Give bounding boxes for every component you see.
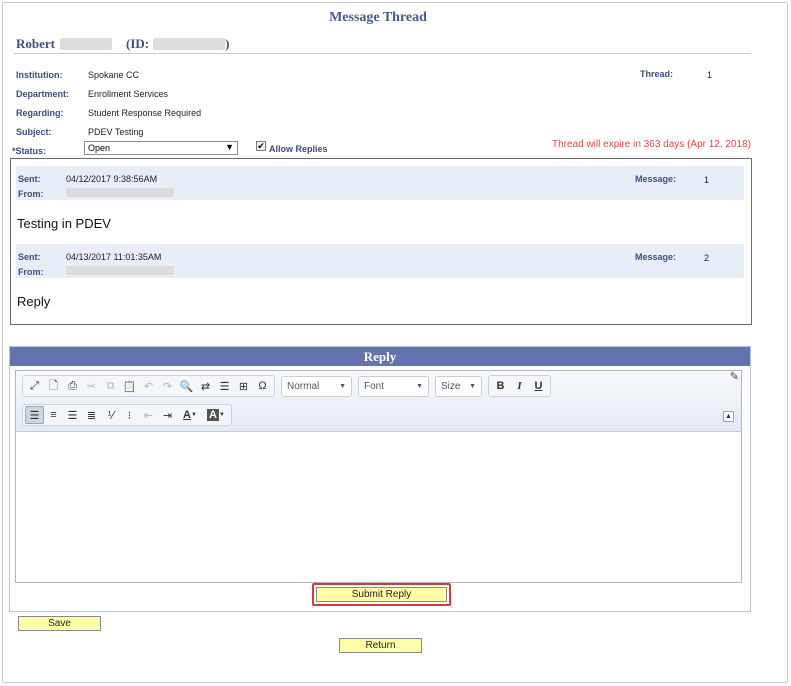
regarding-value: Student Response Required (88, 108, 202, 118)
toolbar-group: B I U (488, 375, 551, 397)
status-label: *Status: (12, 146, 46, 156)
format-select-value: Normal (287, 380, 320, 392)
numbered-list-icon[interactable]: ⅟ (101, 406, 120, 424)
sent-label: Sent: (18, 174, 41, 184)
student-name-row: Robert (ID: ) (16, 36, 229, 52)
from-label: From: (18, 267, 44, 277)
subject-value: PDEV Testing (88, 127, 144, 137)
spellcheck-icon[interactable]: ✎ (730, 370, 739, 383)
thread-label: Thread: (640, 69, 674, 79)
status-selected-value: Open (88, 143, 111, 153)
id-label: (ID: (126, 36, 150, 51)
allow-replies-label: Allow Replies (269, 144, 328, 154)
replace-icon[interactable]: ⇄ (196, 377, 215, 395)
status-select[interactable]: Open ▼ (84, 141, 238, 155)
redacted-sender (66, 266, 174, 275)
toolbar-group: ⤢ 🗋 ⎙ ✂ ⧉ 📋 ↶ ↷ 🔍 ⇄ ☰ ⊞ Ω (22, 375, 275, 397)
format-select[interactable]: Normal ▼ (281, 375, 352, 397)
reply-header: Reply (10, 347, 750, 366)
justify-icon[interactable]: ≣ (82, 406, 101, 424)
message-thread: Sent: 04/12/2017 9:38:56AM From: Message… (10, 158, 752, 325)
italic-button[interactable]: I (510, 377, 529, 395)
toolbar-row-2: ☰ ≡ ☰ ≣ ⅟ ⁝ ⇤ ⇥ A ▼ A ▼ (22, 404, 238, 426)
copy-icon[interactable]: ⧉ (101, 377, 120, 395)
message-label: Message: (635, 174, 677, 184)
from-label: From: (18, 189, 44, 199)
maximize-icon[interactable]: ⤢ (25, 377, 44, 395)
font-select-value: Font (364, 380, 385, 392)
cut-icon[interactable]: ✂ (82, 377, 101, 395)
indent-icon[interactable]: ⇥ (158, 406, 177, 424)
return-button[interactable]: Return (339, 638, 422, 653)
toolbar-group: ☰ ≡ ☰ ≣ ⅟ ⁝ ⇤ ⇥ A ▼ A ▼ (22, 404, 232, 426)
expiration-notice: Thread will expire in 363 days (Apr 12, … (552, 139, 751, 150)
table-icon[interactable]: ⊞ (234, 377, 253, 395)
chevron-down-icon: ▼ (225, 142, 234, 152)
student-first-name: Robert (16, 36, 55, 51)
divider (14, 53, 751, 54)
page-title: Message Thread (329, 10, 427, 25)
background-color-letter: A (207, 409, 219, 421)
message-body: Reply (17, 294, 51, 309)
institution-value: Spokane CC (88, 70, 140, 80)
align-center-icon[interactable]: ≡ (44, 406, 63, 424)
horizontal-rule-icon[interactable]: ☰ (215, 377, 234, 395)
collapse-toolbar-icon[interactable]: ▲ (723, 411, 734, 422)
redacted-last-name (60, 38, 112, 50)
undo-icon[interactable]: ↶ (139, 377, 158, 395)
allow-replies-checkbox[interactable]: ✔ (256, 141, 266, 151)
save-button[interactable]: Save (18, 616, 101, 631)
preview-icon[interactable]: 🗋 (44, 377, 63, 395)
reply-section: Reply ✎ ⤢ 🗋 ⎙ ✂ ⧉ 📋 ↶ ↷ 🔍 ⇄ ☰ ⊞ Ω Normal… (9, 346, 751, 612)
chevron-down-icon: ▼ (339, 382, 346, 390)
toolbar-row-1: ⤢ 🗋 ⎙ ✂ ⧉ 📋 ↶ ↷ 🔍 ⇄ ☰ ⊞ Ω Normal ▼ Font … (22, 375, 557, 397)
redo-icon[interactable]: ↷ (158, 377, 177, 395)
submit-reply-button[interactable]: Submit Reply (316, 587, 447, 602)
sent-value: 04/12/2017 9:38:56AM (66, 174, 158, 184)
chevron-down-icon: ▼ (416, 382, 423, 390)
sent-label: Sent: (18, 252, 41, 262)
align-left-icon[interactable]: ☰ (25, 406, 44, 424)
special-char-icon[interactable]: Ω (253, 377, 272, 395)
chevron-down-icon: ▼ (469, 382, 476, 390)
department-label: Department: (16, 89, 70, 99)
paste-icon[interactable]: 📋 (120, 377, 139, 395)
redacted-id (153, 38, 226, 50)
background-color-icon[interactable]: A ▼ (203, 406, 229, 424)
redacted-sender (66, 188, 174, 197)
regarding-label: Regarding: (16, 108, 64, 118)
outdent-icon[interactable]: ⇤ (139, 406, 158, 424)
size-select-value: Size (441, 380, 461, 392)
sent-value: 04/13/2017 11:01:35AM (66, 252, 162, 262)
font-color-letter: A (183, 409, 191, 421)
message-header: Sent: 04/12/2017 9:38:56AM From: Message… (16, 166, 744, 200)
font-color-icon[interactable]: A ▼ (177, 406, 203, 424)
department-value: Enrollment Services (88, 89, 169, 99)
message-number: 2 (704, 253, 710, 263)
size-select[interactable]: Size ▼ (435, 375, 482, 397)
bullet-list-icon[interactable]: ⁝ (120, 406, 139, 424)
subject-label: Subject: (16, 127, 52, 137)
status-label-text: Status: (15, 146, 47, 156)
underline-button[interactable]: U (529, 377, 548, 395)
reply-text-area[interactable] (16, 433, 741, 582)
bold-button[interactable]: B (491, 377, 510, 395)
editor-toolbar: ✎ ⤢ 🗋 ⎙ ✂ ⧉ 📋 ↶ ↷ 🔍 ⇄ ☰ ⊞ Ω Normal ▼ Fon… (16, 371, 741, 432)
id-close: ) (225, 36, 230, 51)
font-select[interactable]: Font ▼ (358, 375, 429, 397)
thread-value: 1 (707, 70, 713, 80)
message-header: Sent: 04/13/2017 11:01:35AM From: Messag… (16, 244, 744, 278)
institution-label: Institution: (16, 70, 63, 80)
find-icon[interactable]: 🔍 (177, 377, 196, 395)
align-right-icon[interactable]: ☰ (63, 406, 82, 424)
rich-text-editor: ✎ ⤢ 🗋 ⎙ ✂ ⧉ 📋 ↶ ↷ 🔍 ⇄ ☰ ⊞ Ω Normal ▼ Fon… (15, 370, 742, 583)
message-label: Message: (635, 252, 677, 262)
message-number: 1 (704, 175, 710, 185)
print-icon[interactable]: ⎙ (63, 377, 82, 395)
message-body: Testing in PDEV (17, 216, 111, 231)
